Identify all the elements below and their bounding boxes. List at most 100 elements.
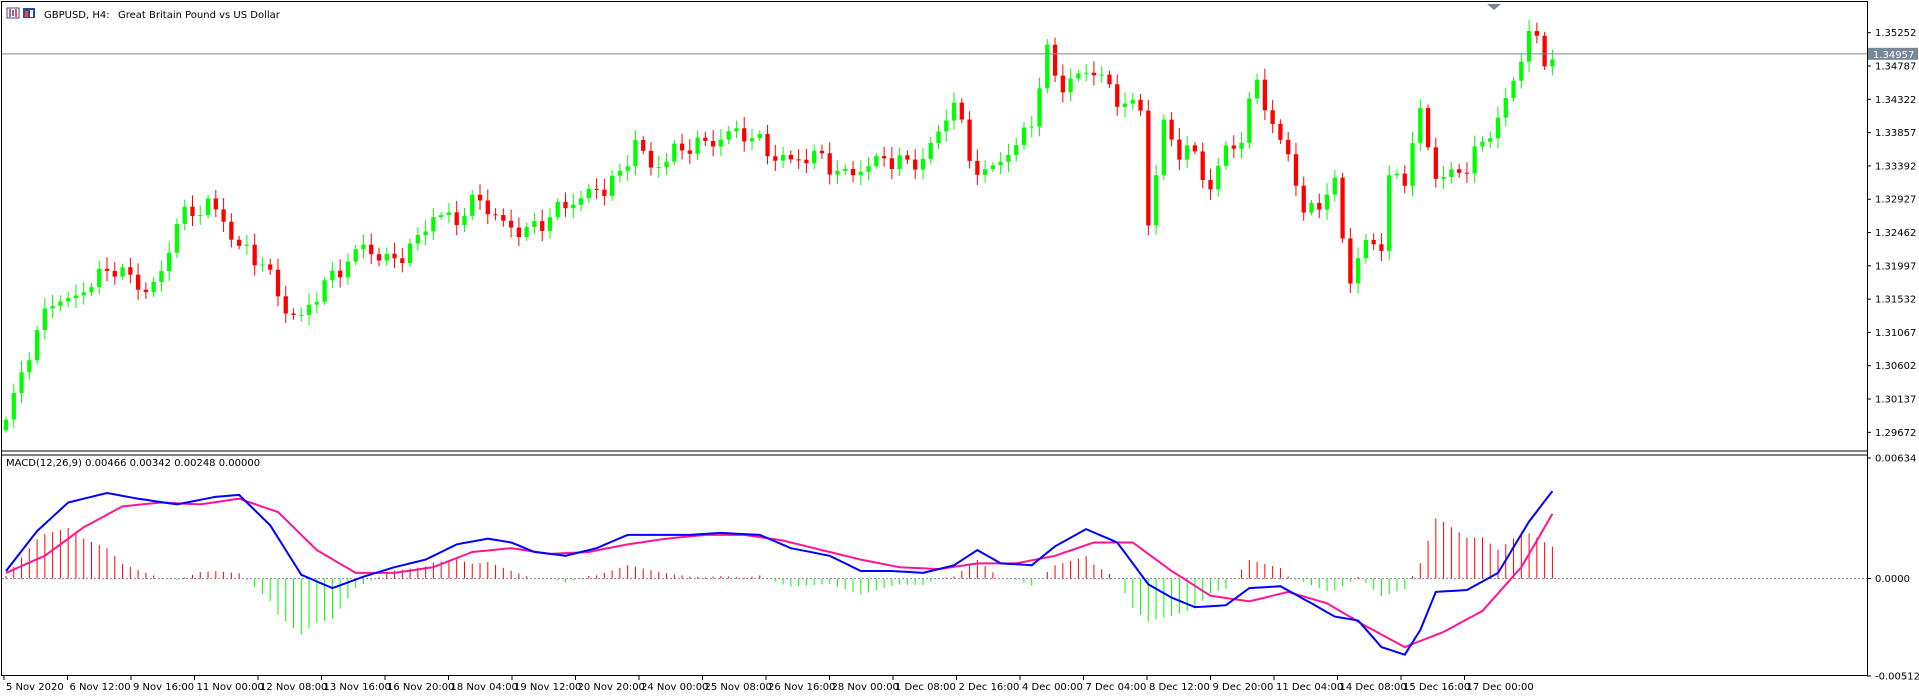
price-axis-label: 1.31532: [1875, 295, 1916, 306]
candle-body: [1309, 202, 1314, 213]
candle-body: [936, 131, 941, 143]
candle-body: [11, 392, 16, 420]
candle-body: [97, 268, 102, 288]
candle-body: [944, 120, 949, 132]
candle-body: [143, 289, 149, 293]
candle-body: [1185, 145, 1190, 160]
time-axis-label: 24 Nov 00:00: [641, 682, 708, 693]
candle-body: [1488, 138, 1493, 142]
candle-body: [602, 189, 607, 196]
candle-body: [524, 227, 529, 238]
candle-body: [244, 244, 250, 246]
candle-body: [252, 244, 257, 266]
candle-body: [73, 295, 79, 299]
time-axis-label: 2 Dec 16:00: [959, 682, 1020, 693]
candle-body: [213, 198, 218, 210]
candle-body: [1332, 177, 1337, 195]
candle-body: [1052, 44, 1058, 76]
symbol-title: GBPUSD, H4:: [44, 10, 110, 21]
candle-body: [563, 201, 568, 209]
candle-body: [975, 160, 980, 175]
candle-body: [104, 268, 110, 271]
candle-body: [299, 314, 304, 316]
candle-body: [1293, 154, 1299, 186]
candle-body: [81, 292, 86, 296]
candle-body: [1247, 98, 1252, 143]
price-axis-label: 1.33392: [1875, 161, 1916, 172]
candle-body: [353, 249, 358, 262]
time-axis-label: 9 Nov 16:00: [133, 682, 194, 693]
candle-body: [1464, 172, 1470, 174]
time-axis-label: 9 Dec 20:00: [1213, 682, 1274, 693]
candle-body: [1301, 185, 1306, 213]
candle-body: [1534, 31, 1539, 36]
candle-body: [1433, 147, 1438, 179]
candle-body: [1192, 145, 1198, 152]
candle-body: [151, 281, 156, 293]
candle-body: [345, 261, 351, 278]
candle-body: [369, 244, 374, 255]
candle-body: [182, 206, 187, 224]
price-axis-label: 1.30602: [1875, 361, 1916, 372]
candle-body: [959, 102, 964, 120]
candle-body: [454, 212, 459, 226]
candle-body: [508, 220, 514, 228]
candle-body: [159, 271, 164, 282]
candle-body: [1084, 72, 1089, 74]
candle-body: [679, 143, 685, 151]
candle-body: [695, 137, 700, 154]
candle-body: [1425, 108, 1431, 148]
price-axis-label: 1.31067: [1875, 328, 1916, 339]
candle-body: [1107, 74, 1112, 85]
macd-axis-label: 0.00634: [1875, 454, 1916, 465]
candle-body: [990, 165, 996, 170]
candle-body: [376, 254, 382, 261]
candle-body: [609, 175, 615, 196]
candle-body: [1099, 74, 1104, 76]
time-axis-label: 6 Nov 12:00: [70, 682, 131, 693]
candle-body: [951, 102, 957, 121]
candle-body: [1122, 103, 1128, 107]
time-axis-label: 14 Dec 08:00: [1340, 682, 1407, 693]
candle-body: [275, 269, 281, 297]
candle-body: [283, 296, 288, 314]
candle-body: [66, 298, 71, 302]
candle-body: [1006, 154, 1011, 162]
candle-body: [1278, 123, 1283, 140]
candle-body: [120, 267, 125, 277]
candle-body: [749, 138, 755, 142]
candle-body: [773, 156, 778, 161]
price-axis-label: 1.32462: [1875, 228, 1916, 239]
candle-body: [1394, 173, 1400, 176]
candle-body: [27, 360, 32, 373]
candle-body: [446, 212, 452, 215]
time-axis-label: 4 Dec 00:00: [1022, 682, 1083, 693]
candle-body: [1324, 194, 1330, 210]
time-axis-label: 20 Nov 20:00: [578, 682, 645, 693]
candle-body: [322, 280, 327, 302]
chart-canvas[interactable]: GBPUSD, H4: Great Britain Pound vs US Do…: [0, 0, 1919, 695]
candle-body: [1014, 145, 1019, 155]
candle-body: [58, 301, 63, 306]
candle-body: [540, 221, 545, 231]
candle-body: [167, 252, 172, 272]
candle-body: [462, 215, 467, 226]
candle-body: [1371, 239, 1376, 245]
candle-body: [656, 167, 661, 169]
chart-window[interactable]: GBPUSD, H4: Great Britain Pound vs US Do…: [0, 0, 1919, 695]
candle-body: [190, 206, 195, 216]
candle-body: [50, 305, 55, 309]
candle-body: [788, 154, 793, 160]
candle-body: [1526, 31, 1532, 62]
candle-body: [765, 133, 770, 157]
candle-body: [843, 168, 848, 171]
candle-body: [198, 215, 203, 217]
candle-body: [1363, 239, 1369, 259]
candle-body: [338, 270, 343, 278]
candle-body: [874, 156, 879, 167]
candle-body: [1519, 61, 1524, 81]
macd-axis-label: 0.0000: [1875, 574, 1910, 585]
chart-background: [0, 0, 1919, 695]
candle-body: [1317, 202, 1322, 210]
time-axis-label: 18 Nov 04:00: [451, 682, 518, 693]
